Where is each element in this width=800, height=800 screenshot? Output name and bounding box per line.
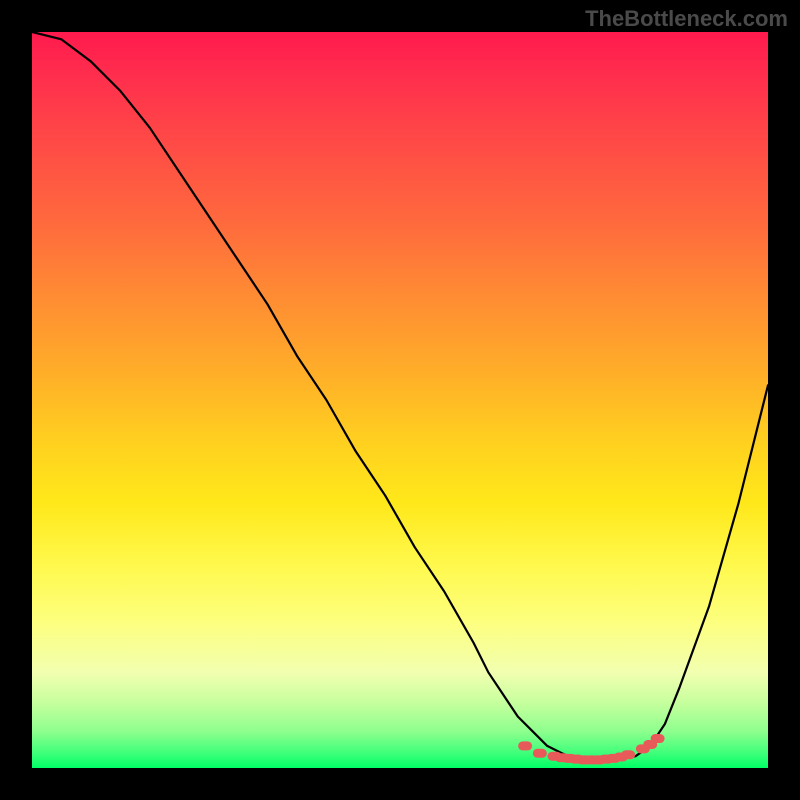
bottleneck-curve <box>32 32 768 761</box>
chart-container: TheBottleneck.com <box>0 0 800 800</box>
plot-area <box>32 32 768 768</box>
chart-svg <box>32 32 768 768</box>
watermark-text: TheBottleneck.com <box>585 6 788 32</box>
